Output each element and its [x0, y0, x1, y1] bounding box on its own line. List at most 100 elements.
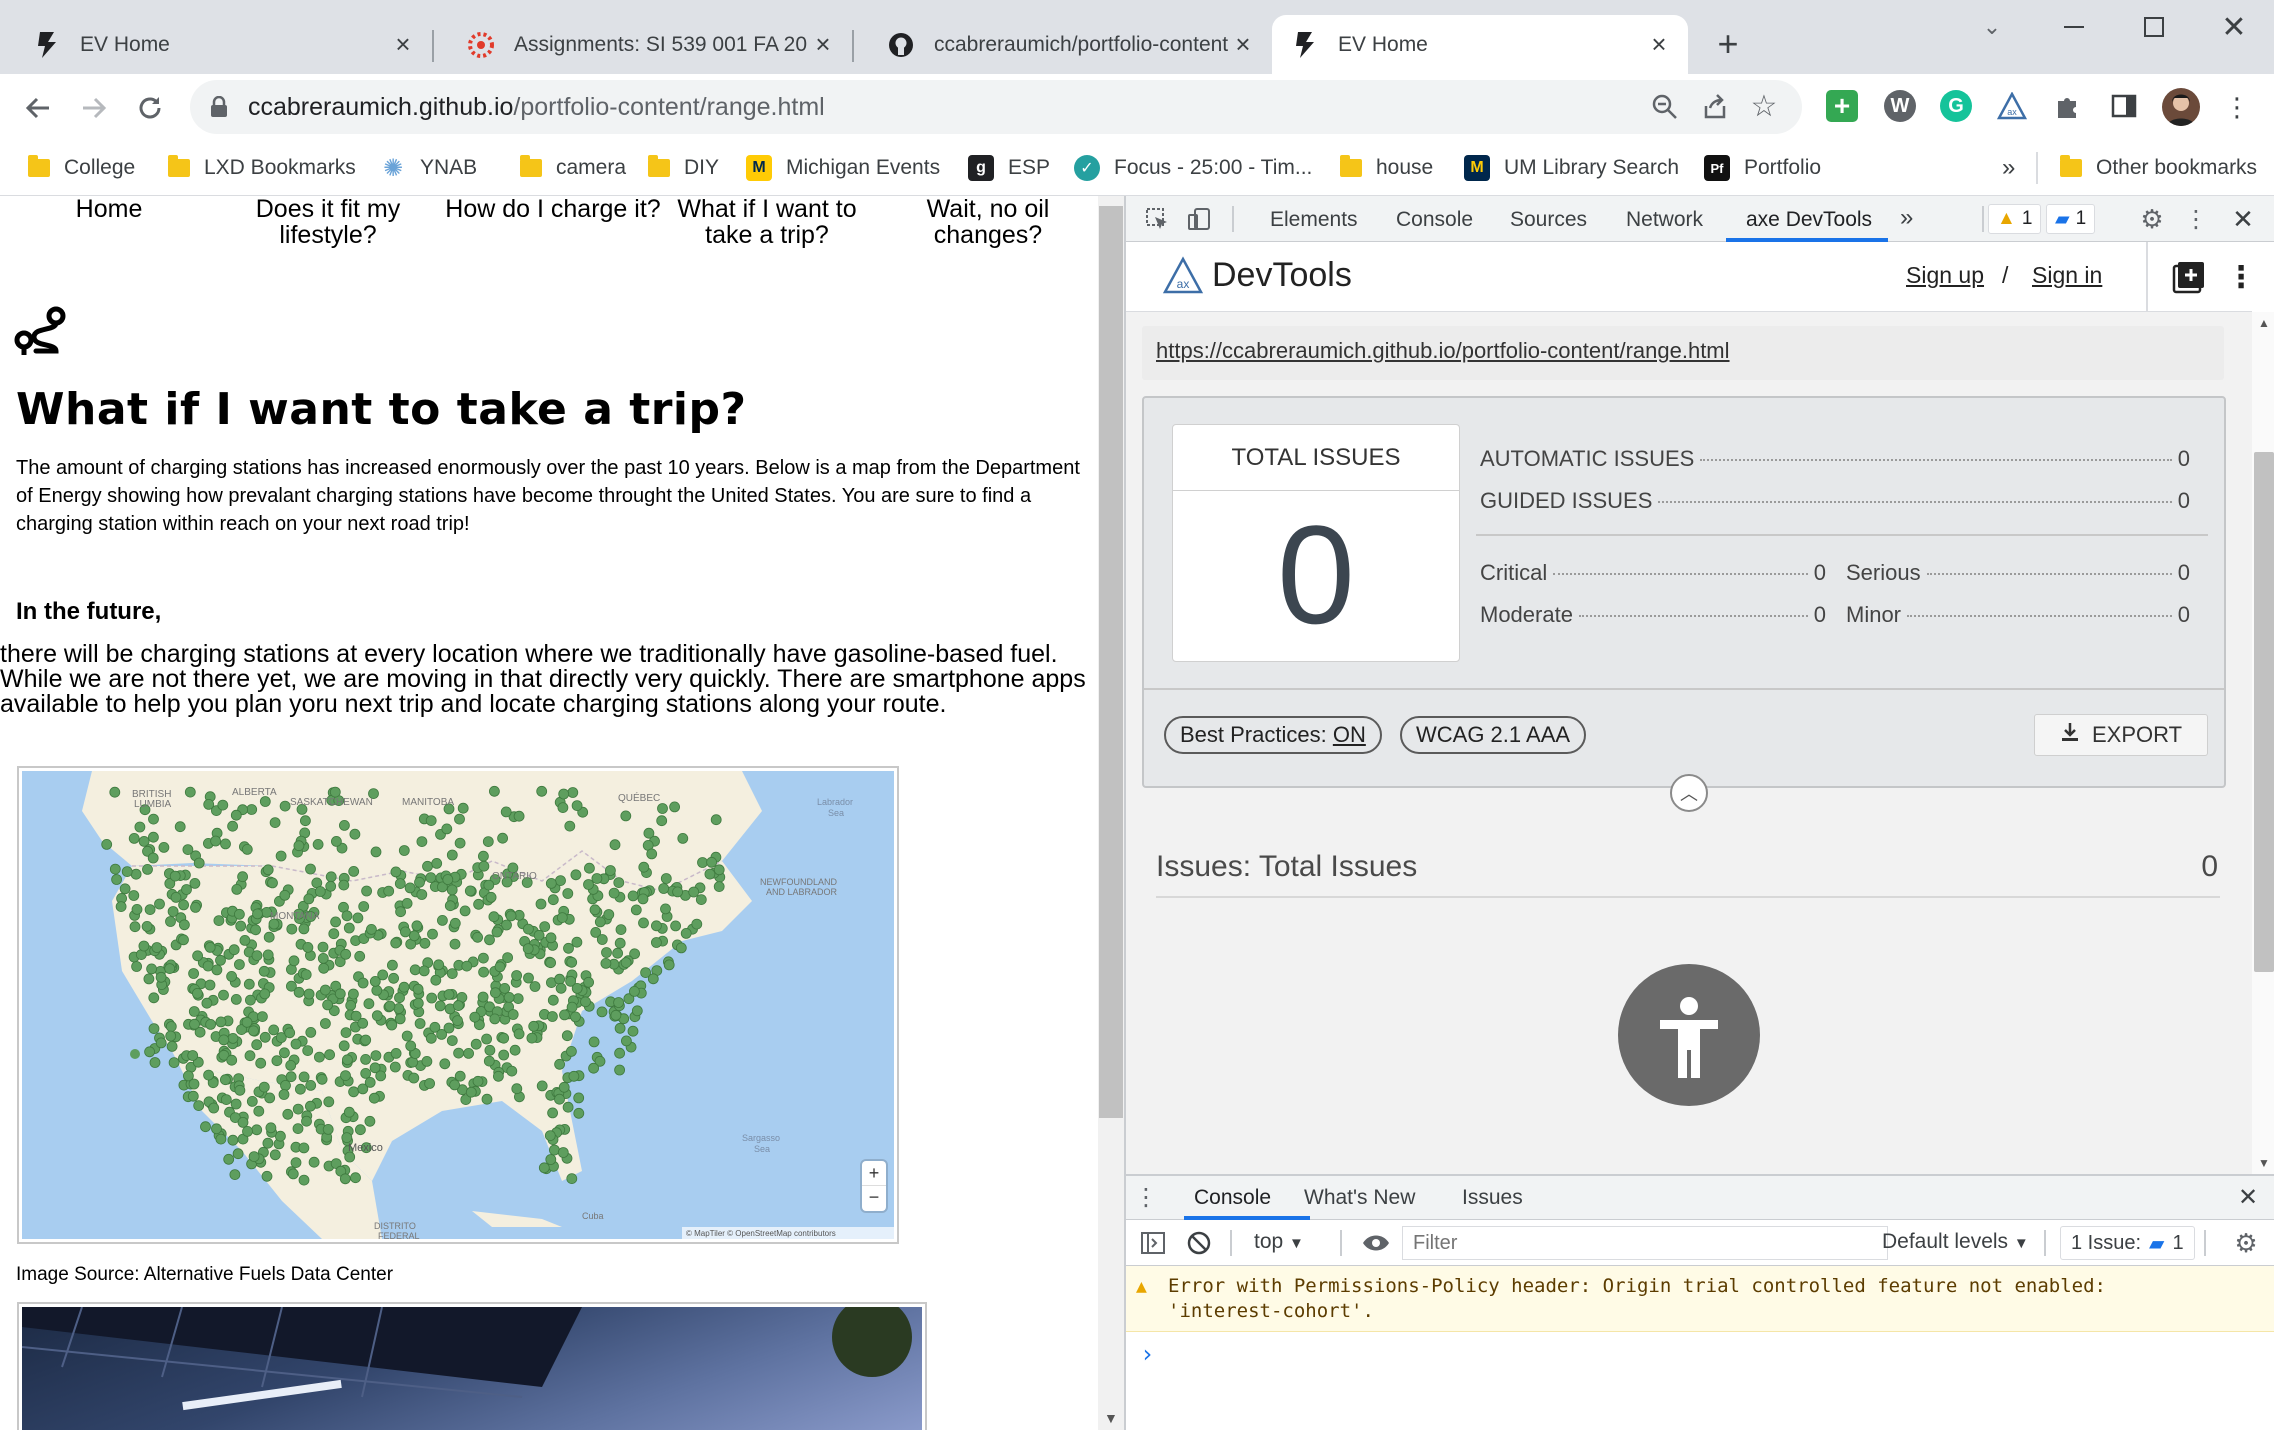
reload-icon[interactable]	[130, 88, 170, 128]
new-tab-button[interactable]: +	[1710, 23, 1746, 64]
bookmark-um-library[interactable]: M UM Library Search	[1464, 150, 1679, 186]
devtools-tab-console[interactable]: Console	[1396, 208, 1473, 232]
minimize-button[interactable]	[2054, 10, 2094, 44]
bookmark-esp[interactable]: g ESP	[968, 150, 1050, 186]
nav-home[interactable]: Home	[54, 196, 164, 222]
bookmark-college[interactable]: College	[28, 150, 135, 186]
url-text[interactable]: ccabreraumich.github.io/portfolio-conten…	[248, 93, 825, 122]
close-tab-icon[interactable]: ×	[1644, 29, 1674, 60]
wordtune-icon[interactable]: W	[1884, 90, 1916, 122]
console-filter-input[interactable]	[1402, 1226, 1888, 1260]
address-bar[interactable]: ccabreraumich.github.io/portfolio-conten…	[190, 80, 1802, 134]
side-panel-icon[interactable]	[2108, 90, 2140, 122]
log-levels-dropdown[interactable]: Default levels ▼	[1882, 1230, 2029, 1254]
puzzle-extensions-icon[interactable]	[2052, 90, 2084, 122]
devtools-tab-sources[interactable]: Sources	[1510, 208, 1587, 232]
devtools-settings-gear-icon[interactable]: ⚙	[2136, 204, 2168, 234]
close-devtools-icon[interactable]: ✕	[2226, 204, 2260, 234]
wcag-standard-pill[interactable]: WCAG 2.1 AAA	[1400, 716, 1587, 754]
close-window-button[interactable]: ✕	[2214, 10, 2254, 44]
charging-station-dot	[497, 832, 509, 844]
nav-charge[interactable]: How do I charge it?	[436, 196, 670, 222]
best-practices-toggle[interactable]: Best Practices: ON	[1164, 716, 1382, 754]
nav-oil[interactable]: Wait, no oil changes?	[900, 196, 1076, 248]
scroll-up-arrow-icon[interactable]: ▲	[2258, 316, 2270, 330]
bookmark-camera[interactable]: camera	[520, 150, 626, 186]
console-sidebar-icon[interactable]	[1138, 1228, 1168, 1258]
bookmarks-overflow-button[interactable]: »	[2002, 150, 2015, 186]
scroll-down-arrow-icon[interactable]: ▼	[2258, 1156, 2270, 1170]
grammarly-icon[interactable]: G	[1940, 90, 1972, 122]
export-button[interactable]: EXPORT	[2034, 714, 2208, 756]
drawer-tab-issues[interactable]: Issues	[1462, 1186, 1523, 1210]
zoom-icon[interactable]	[1648, 90, 1682, 124]
devtools-tab-elements[interactable]: Elements	[1270, 208, 1358, 232]
context-selector[interactable]: top ▼	[1254, 1230, 1304, 1254]
bookmark-michigan-events[interactable]: M Michigan Events	[746, 150, 940, 186]
map-zoom-out-button[interactable]: −	[862, 1186, 886, 1211]
sign-up-link[interactable]: Sign up	[1906, 262, 1984, 289]
profile-avatar[interactable]	[2162, 88, 2200, 126]
drawer-menu-icon[interactable]: ⋮	[1134, 1182, 1158, 1212]
close-tab-icon[interactable]: ×	[388, 29, 418, 60]
bookmark-ynab[interactable]: ✺ YNAB	[380, 150, 477, 186]
bookmark-portfolio[interactable]: Pf Portfolio	[1704, 150, 1821, 186]
drawer-tab-whats-new[interactable]: What's New	[1304, 1186, 1415, 1210]
warnings-badge[interactable]: ▲ 1	[1988, 204, 2042, 234]
more-tabs-button[interactable]: »	[1900, 204, 1913, 232]
console-prompt-icon[interactable]: ›	[1140, 1340, 1154, 1368]
scroll-down-arrow-icon[interactable]: ▼	[1104, 1410, 1118, 1426]
map-zoom-in-button[interactable]: +	[862, 1161, 886, 1186]
inspect-element-icon[interactable]	[1142, 204, 1172, 234]
devtools-tab-axe[interactable]: axe DevTools	[1746, 208, 1872, 232]
charging-station-dot	[588, 1062, 599, 1074]
charging-station-map[interactable]: BRITISH LUMBIA ALBERTA SASKATCHEWAN MANIT…	[22, 771, 894, 1239]
tab-github[interactable]: ccabreraumich/portfolio-content ×	[854, 15, 1272, 74]
drawer-tab-console[interactable]: Console	[1194, 1186, 1271, 1210]
nav-trip[interactable]: What if I want to take a trip?	[666, 196, 868, 248]
maximize-button[interactable]	[2134, 10, 2174, 44]
forward-arrow-icon[interactable]	[74, 88, 114, 128]
issues-count-badge[interactable]: 1 Issue: ▰ 1	[2060, 1226, 2195, 1260]
console-settings-gear-icon[interactable]: ⚙	[2228, 1226, 2264, 1260]
bookmark-house[interactable]: house	[1340, 150, 1433, 186]
bookmark-star-icon[interactable]: ☆	[1746, 88, 1782, 124]
devtools-tab-network[interactable]: Network	[1626, 208, 1703, 232]
messages-badge[interactable]: ▰ 1	[2046, 204, 2096, 234]
close-tab-icon[interactable]: ×	[1228, 29, 1258, 60]
page-scrollbar[interactable]: ▼	[1098, 196, 1124, 1430]
bookmark-focus[interactable]: ✓ Focus - 25:00 - Tim...	[1074, 150, 1312, 186]
tab-ev-home-active[interactable]: EV Home ×	[1272, 15, 1688, 74]
live-expression-eye-icon[interactable]	[1358, 1228, 1394, 1258]
charging-station-dot	[262, 1137, 274, 1149]
close-tab-icon[interactable]: ×	[808, 29, 838, 60]
tab-search-icon[interactable]: ⌄	[1972, 12, 2012, 42]
axe-scrollbar-thumb[interactable]	[2254, 452, 2274, 972]
charging-station-dot	[481, 1093, 493, 1105]
sign-in-link[interactable]: Sign in	[2032, 262, 2102, 289]
device-toolbar-icon[interactable]	[1184, 204, 1214, 234]
scanned-url-link[interactable]: https://ccabreraumich.github.io/portfoli…	[1142, 326, 2224, 380]
axe-extension-icon[interactable]: ax	[1996, 90, 2028, 122]
web-page: Home Does it fit my lifestyle? How do I …	[0, 196, 1098, 1430]
charging-station-dot	[298, 1142, 310, 1154]
devtools-menu-icon[interactable]: ⋮	[2184, 204, 2208, 234]
axe-scrollbar[interactable]: ▲ ▼	[2252, 312, 2274, 1174]
tab-assignments[interactable]: Assignments: SI 539 001 FA 2022 ×	[434, 15, 852, 74]
share-icon[interactable]	[1698, 90, 1732, 124]
close-drawer-icon[interactable]: ✕	[2232, 1182, 2264, 1212]
bookmark-lxd[interactable]: LXD Bookmarks	[168, 150, 356, 186]
new-scan-icon[interactable]	[2170, 258, 2208, 296]
clear-console-icon[interactable]	[1184, 1228, 1214, 1258]
lock-icon[interactable]	[208, 94, 230, 120]
collapse-summary-chevron-icon[interactable]: ︿	[1670, 774, 1708, 812]
chrome-menu-icon[interactable]: ⋮	[2222, 90, 2252, 124]
nav-lifestyle[interactable]: Does it fit my lifestyle?	[238, 196, 418, 248]
back-arrow-icon[interactable]	[18, 88, 58, 128]
add-extension-icon[interactable]: +	[1826, 90, 1858, 122]
other-bookmarks[interactable]: Other bookmarks	[2060, 150, 2257, 186]
axe-menu-icon[interactable]: ⋮	[2226, 258, 2256, 296]
page-scrollbar-thumb[interactable]	[1099, 206, 1123, 1118]
tab-ev-home-1[interactable]: EV Home ×	[0, 15, 432, 74]
bookmark-diy[interactable]: DIY	[648, 150, 719, 186]
